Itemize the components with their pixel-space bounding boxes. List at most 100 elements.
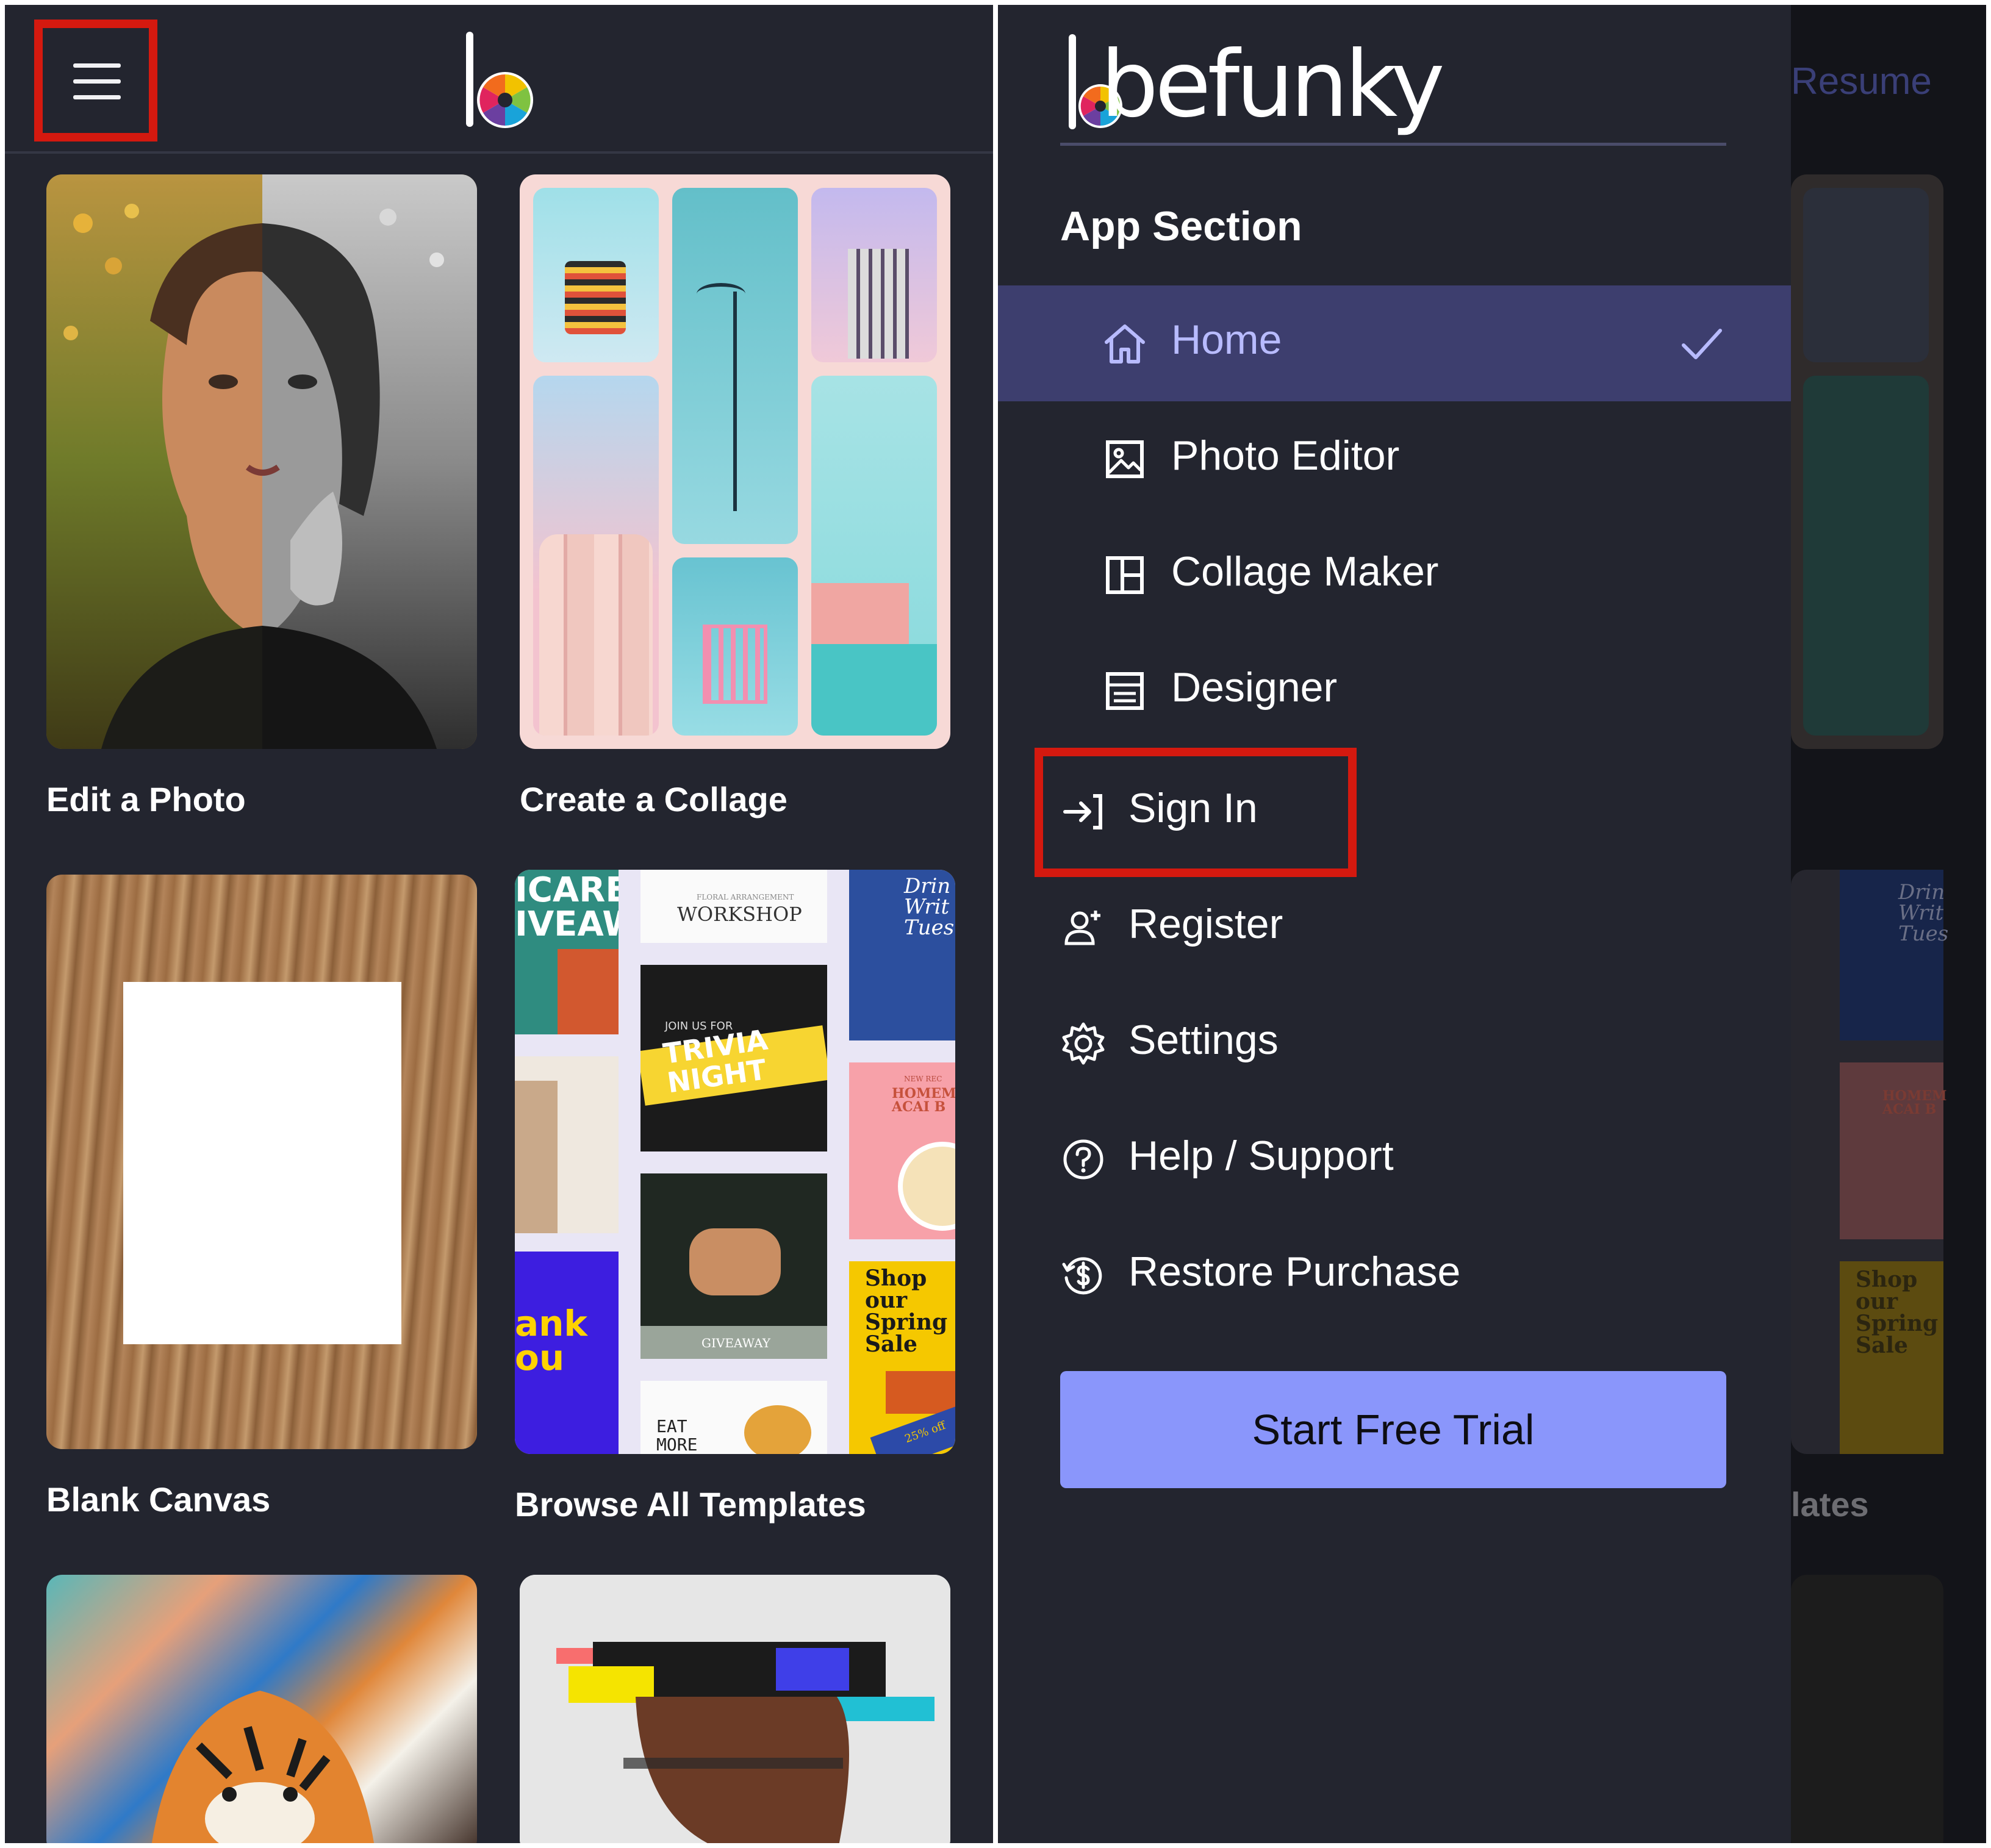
blank-canvas-label: Blank Canvas — [46, 1480, 271, 1519]
blank-canvas-card[interactable] — [46, 875, 477, 1449]
hamburger-menu-button[interactable] — [34, 20, 157, 141]
restore-purchase-icon — [1062, 1257, 1102, 1295]
home-icon — [1105, 324, 1145, 364]
top-bar — [5, 5, 993, 154]
lamp-arm-shape — [697, 283, 745, 305]
ghost-card — [1791, 1575, 1943, 1843]
ghost-tile — [1803, 188, 1929, 362]
hands-shape — [689, 1228, 781, 1295]
collage-tile — [533, 188, 659, 362]
template-thumb — [515, 1056, 619, 1233]
create-collage-card[interactable] — [520, 174, 950, 749]
art-effect-card[interactable] — [46, 1575, 477, 1843]
ghost-label: lates — [1791, 1485, 1869, 1524]
tower-shape — [565, 261, 626, 334]
template-thumb: ICARE IVEAWAY — [515, 870, 619, 1034]
template-block — [558, 949, 619, 1034]
nav-item-label: Designer — [1171, 664, 1338, 711]
nav-item-photo-editor[interactable]: Photo Editor — [998, 401, 1791, 517]
navigation-drawer-screen: Resume Drin Writ Tues HOMEM ACAI B Shop … — [998, 5, 1986, 1843]
drawer-scrim[interactable]: Resume Drin Writ Tues HOMEM ACAI B Shop … — [1791, 5, 1986, 1843]
ghost-card — [1791, 174, 1943, 749]
brand-divider — [1060, 143, 1726, 146]
template-thumb: ank ou — [515, 1252, 619, 1454]
nav-item-label: Restore Purchase — [1128, 1248, 1461, 1295]
browse-templates-card[interactable]: ICARE IVEAWAY FLORAL ARRANGEMENT WORKSHO… — [515, 870, 955, 1454]
template-text: ank ou — [515, 1303, 588, 1378]
glitch-portrait-image — [520, 1575, 950, 1843]
template-thumb: GIVEAWAY — [640, 1173, 827, 1359]
sofa-shape — [886, 1371, 955, 1414]
building-shape — [848, 249, 909, 359]
nav-item-home[interactable]: Home — [998, 285, 1791, 401]
collage-tile — [672, 557, 798, 736]
nav-item-label: Photo Editor — [1171, 432, 1400, 479]
silo-shape — [539, 534, 653, 736]
nav-item-label: Home — [1171, 317, 1282, 363]
start-free-trial-button[interactable]: Start Free Trial — [1060, 1371, 1726, 1488]
template-thumb: NEW REC HOMEM ACAI B — [849, 1062, 955, 1239]
checkmark-icon — [1682, 329, 1722, 359]
gear-icon — [1062, 1022, 1105, 1065]
template-thumb: EAT MORE — [640, 1381, 827, 1454]
nav-item-restore-purchase[interactable]: Restore Purchase — [998, 1217, 1791, 1333]
nav-item-designer[interactable]: Designer — [998, 633, 1791, 749]
house-base-shape — [811, 644, 937, 736]
template-text: NEW REC — [904, 1075, 942, 1083]
edit-photo-label: Edit a Photo — [46, 780, 246, 818]
designer-icon — [1106, 672, 1144, 710]
start-free-trial-label: Start Free Trial — [1252, 1406, 1535, 1453]
template-text: ICARE IVEAWAY — [515, 870, 619, 944]
template-text: TRIVIA NIGHT — [661, 1023, 770, 1100]
collage-tile — [672, 188, 798, 544]
section-title: App Section — [1060, 203, 1302, 249]
glitch-effect-card[interactable] — [520, 1575, 950, 1843]
template-thumb: JOIN US FOR TRIVIA NIGHT — [640, 965, 827, 1151]
menu-icon-bar — [73, 79, 121, 84]
template-text: EAT MORE — [656, 1416, 698, 1454]
template-text: Drin Writ Tues — [904, 874, 955, 940]
edit-photo-card[interactable] — [46, 174, 477, 749]
image-icon — [1106, 440, 1144, 478]
template-text: GIVEAWAY — [701, 1336, 770, 1350]
collage-tile — [533, 376, 659, 736]
resume-link: Resume — [1791, 60, 1932, 102]
browse-templates-label: Browse All Templates — [515, 1485, 866, 1524]
nav-item-help-support[interactable]: Help / Support — [998, 1101, 1791, 1217]
ghost-text: Drin Writ Tues — [1898, 880, 1949, 946]
nav-item-label: Settings — [1128, 1017, 1279, 1063]
create-collage-label: Create a Collage — [520, 780, 787, 818]
home-screen: Edit a Photo Create a Collage Blank Canv… — [5, 5, 993, 1843]
template-block — [515, 1081, 558, 1233]
cage-shape — [703, 625, 767, 704]
menu-icon — [73, 63, 121, 68]
sign-in-highlight-box — [1035, 748, 1357, 877]
template-thumb: Shop our Spring Sale 25% off — [849, 1261, 955, 1454]
template-thumb: FLORAL ARRANGEMENT WORKSHOP — [640, 870, 827, 943]
blank-canvas-sheet — [123, 982, 401, 1344]
template-text: WORKSHOP — [677, 903, 802, 926]
pasta-shape — [744, 1405, 811, 1454]
side-drawer: befunky App Section Home Photo Editor Co… — [998, 5, 1791, 1843]
nav-item-register[interactable]: Register — [998, 870, 1791, 986]
template-thumb: Drin Writ Tues — [849, 870, 955, 1040]
nav-item-label: Help / Support — [1128, 1133, 1394, 1179]
befunky-logo — [466, 32, 533, 128]
nav-item-label: Collage Maker — [1171, 548, 1439, 595]
befunky-brand: befunky — [1059, 29, 1445, 138]
ghost-text: Shop our Spring Sale — [1856, 1267, 1939, 1358]
template-text: FLORAL ARRANGEMENT — [697, 893, 794, 901]
nav-item-settings[interactable]: Settings — [998, 986, 1791, 1101]
nav-item-collage-maker[interactable]: Collage Maker — [998, 517, 1791, 633]
ghost-card: Drin Writ Tues HOMEM ACAI B Shop our Spr… — [1791, 870, 1948, 1454]
collage-tile — [811, 376, 937, 736]
template-text: Shop our Spring Sale — [865, 1266, 948, 1357]
menu-icon-bar — [73, 95, 121, 99]
edit-photo-image — [46, 174, 477, 749]
lamp-post-shape — [733, 292, 737, 511]
collage-icon — [1106, 556, 1144, 594]
ghost-tile — [1803, 376, 1929, 736]
bowl-shape — [898, 1142, 955, 1231]
tiger-image — [151, 1691, 375, 1843]
register-icon — [1064, 911, 1100, 945]
